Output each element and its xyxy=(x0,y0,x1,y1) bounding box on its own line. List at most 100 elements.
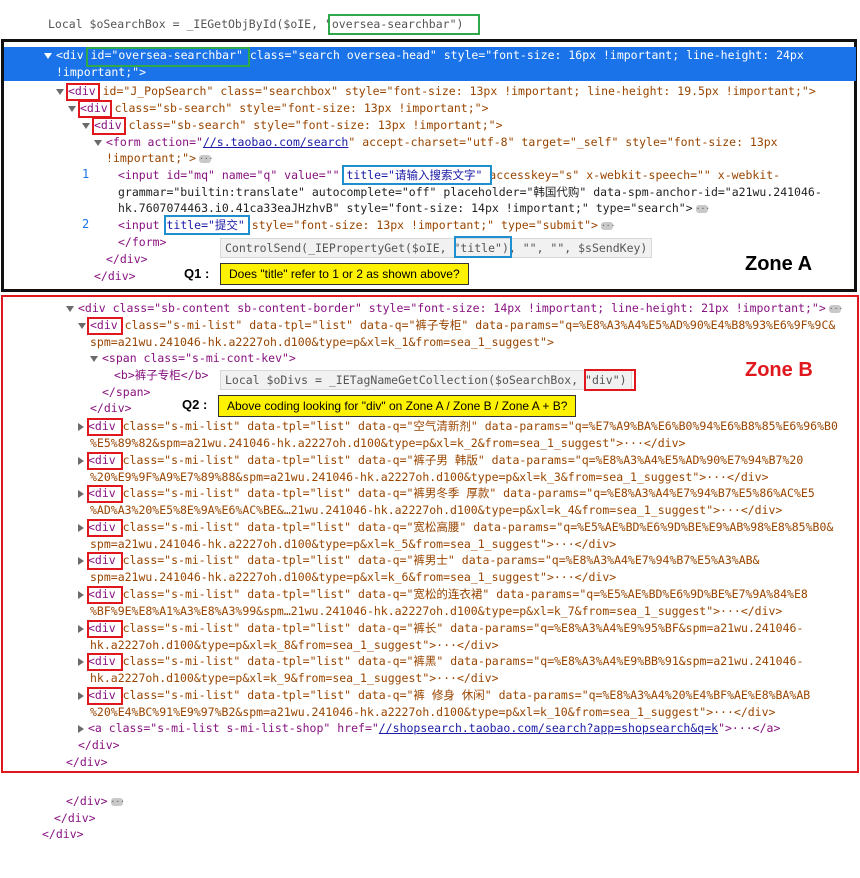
ellipsis-icon[interactable]: ··· xyxy=(199,154,213,163)
zone-a-label: Zone A xyxy=(745,253,813,275)
expand-right-icon[interactable] xyxy=(78,489,84,498)
expand-right-icon[interactable] xyxy=(78,456,84,465)
expand-down-icon[interactable] xyxy=(94,139,102,146)
dom-line-list-row[interactable]: <div class="s-mi-list" data-tpl="list" d… xyxy=(78,586,808,603)
expand-down-icon[interactable] xyxy=(90,355,98,362)
zone-b-label: Zone B xyxy=(745,359,813,381)
row-attrs: class="s-mi-list" data-tpl="list" data-q… xyxy=(115,419,838,433)
dom-line-list-1[interactable]: <div class="s-mi-list" data-tpl="list" d… xyxy=(78,317,835,334)
controlsend-code: ControlSend(_IEPropertyGet($oIE, "title"… xyxy=(220,238,653,258)
div-highlight xyxy=(87,620,123,638)
div-highlight xyxy=(87,552,123,570)
div-highlight xyxy=(87,485,123,503)
dom-line-list-row[interactable]: <div class="s-mi-list" data-tpl="list" d… xyxy=(78,552,759,569)
expand-right-icon[interactable] xyxy=(78,724,84,733)
q1-question: Does "title" refer to 1 or 2 as shown ab… xyxy=(220,263,469,285)
divs-code: Local $oDivs = _IETagNameGetCollection($… xyxy=(220,370,632,390)
row-attrs: class="s-mi-list" data-tpl="list" data-q… xyxy=(115,486,815,500)
dom-line-sb-search-2[interactable]: <div class="sb-search" style="font-size:… xyxy=(82,117,503,134)
dom-line-form[interactable]: <form action="//s.taobao.com/search" acc… xyxy=(94,134,778,151)
dom-line-list-row-cont: %20%E9%9F%A9%E7%89%88&spm=a21wu.241046-h… xyxy=(90,470,769,484)
dom-line-div-close-2: </div> xyxy=(94,269,136,283)
ellipsis-icon[interactable]: ··· xyxy=(110,797,125,806)
marker-1: 1 xyxy=(82,167,90,181)
shop-link[interactable]: //shopsearch.taobao.com/search?app=shops… xyxy=(379,721,718,735)
dom-line-form-cont: !important;"> ··· xyxy=(106,151,214,165)
dom-line-list-row-cont: hk.a2227oh.d100&type=p&xl=k_8&from=sea_1… xyxy=(90,638,499,652)
dom-line-list-row[interactable]: <div class="s-mi-list" data-tpl="list" d… xyxy=(78,519,833,536)
row-attrs: class="s-mi-list" data-tpl="list" data-q… xyxy=(115,654,804,668)
dom-line-popsearch[interactable]: <div id="J_PopSearch" class="searchbox" … xyxy=(56,83,816,100)
row-attrs: class="s-mi-list" data-tpl="list" data-q… xyxy=(115,453,804,467)
div-highlight xyxy=(66,83,100,101)
expand-right-icon[interactable] xyxy=(78,422,84,431)
q2-question: Above coding looking for "div" on Zone A… xyxy=(218,395,577,417)
dom-line-end3: </div> xyxy=(42,827,84,841)
expand-right-icon[interactable] xyxy=(78,590,84,599)
dom-line-span[interactable]: <span class="s-mi-cont-kev"> xyxy=(90,350,296,367)
title-arg-highlight xyxy=(454,236,512,258)
expand-right-icon[interactable] xyxy=(78,556,84,565)
top-code-prefix: Local $oSearchBox = _IEGetObjById($oIE, xyxy=(48,17,325,31)
dom-line-list-row-cont: %AD%A3%20%E5%8E%9A%E6%AC%BE&…21wu.241046… xyxy=(90,503,783,517)
dom-line-b-end2: </div> xyxy=(66,755,108,769)
div-highlight xyxy=(87,452,123,470)
dom-line-list-row-cont: %20%E4%BC%91%E9%97%B2&spm=a21wu.241046-h… xyxy=(90,705,776,719)
dom-line-list-row[interactable]: <div class="s-mi-list" data-tpl="list" d… xyxy=(78,653,803,670)
dom-line-b: <b>裤子专柜</b> xyxy=(114,368,209,382)
title-highlight-1 xyxy=(342,165,492,185)
row-attrs: class="s-mi-list" data-tpl="list" data-q… xyxy=(115,688,811,702)
searchbar-arg-highlight xyxy=(328,14,480,35)
ellipsis-icon[interactable]: ··· xyxy=(828,304,843,313)
title-highlight-2 xyxy=(164,215,250,235)
dom-line-list-row[interactable]: <div class="s-mi-list" data-tpl="list" d… xyxy=(78,687,810,704)
expand-down-icon[interactable] xyxy=(68,105,76,112)
dom-line-b-end1: </div> xyxy=(78,738,120,752)
ellipsis-icon[interactable]: ··· xyxy=(695,204,710,213)
dom-line-end1: </div> ··· xyxy=(66,794,125,808)
div-arg-highlight xyxy=(584,369,636,391)
dom-line-div-close-1: </div> xyxy=(106,252,148,266)
ellipsis-icon[interactable]: ··· xyxy=(600,221,615,230)
dom-line-list-row-cont: %E5%89%82&spm=a21wu.241046-hk.a2227oh.d1… xyxy=(90,436,686,450)
row-attrs: class="s-mi-list" data-tpl="list" data-q… xyxy=(115,520,834,534)
div-highlight xyxy=(87,586,123,604)
dom-line-input-mq-2: grammar="builtin:translate" autocomplete… xyxy=(118,185,822,199)
expand-right-icon[interactable] xyxy=(78,523,84,532)
dom-line-list-row[interactable]: <div class="s-mi-list" data-tpl="list" d… xyxy=(78,418,838,435)
expand-right-icon[interactable] xyxy=(78,624,84,633)
dom-line-list-row-cont: hk.a2227oh.d100&type=p&xl=k_9&from=sea_1… xyxy=(90,671,499,685)
dom-line-list-1b: spm=a21wu.241046-hk.a2227oh.d100&type=p&… xyxy=(90,335,554,349)
dom-line-list-row[interactable]: <div class="s-mi-list" data-tpl="list" d… xyxy=(78,620,803,637)
div-highlight xyxy=(87,418,123,436)
div-highlight xyxy=(87,519,123,537)
row-attrs: class="s-mi-list" data-tpl="list" data-q… xyxy=(115,587,808,601)
dom-line-sb-content[interactable]: <div class="sb-content sb-content-border… xyxy=(66,300,843,317)
dom-line-div-close: </div> xyxy=(90,401,132,415)
q1-label: Q1 : xyxy=(184,266,210,281)
div-highlight xyxy=(87,687,123,705)
dom-line-sb-search-1[interactable]: <div class="sb-search" style="font-size:… xyxy=(68,100,489,117)
dom-line-form-close: </form> xyxy=(118,235,167,249)
expand-down-icon[interactable] xyxy=(66,305,74,312)
div-highlight xyxy=(78,100,112,118)
searchbar-id-highlight xyxy=(86,47,250,67)
expand-down-icon[interactable] xyxy=(44,52,52,59)
expand-down-icon[interactable] xyxy=(78,322,86,329)
dom-line-list-row-cont: spm=a21wu.241046-hk.a2227oh.d100&type=p&… xyxy=(90,537,617,551)
q2-label: Q2 : xyxy=(182,397,208,412)
expand-down-icon[interactable] xyxy=(82,122,90,129)
div-highlight xyxy=(87,317,123,335)
div-highlight xyxy=(92,117,126,135)
marker-2: 2 xyxy=(82,217,90,231)
dom-line-list-row-cont: spm=a21wu.241046-hk.a2227oh.d100&type=p&… xyxy=(90,570,617,584)
form-action-link[interactable]: //s.taobao.com/search xyxy=(203,135,348,149)
expand-down-icon[interactable] xyxy=(56,88,64,95)
row-attrs: class="s-mi-list" data-tpl="list" data-q… xyxy=(115,553,760,567)
dom-line-list-row[interactable]: <div class="s-mi-list" data-tpl="list" d… xyxy=(78,485,815,502)
dom-line-list-row[interactable]: <div class="s-mi-list" data-tpl="list" d… xyxy=(78,452,803,469)
expand-right-icon[interactable] xyxy=(78,691,84,700)
expand-right-icon[interactable] xyxy=(78,657,84,666)
div-highlight xyxy=(87,653,123,671)
dom-line-shop[interactable]: <a class="s-mi-list s-mi-list-shop" href… xyxy=(78,720,780,737)
